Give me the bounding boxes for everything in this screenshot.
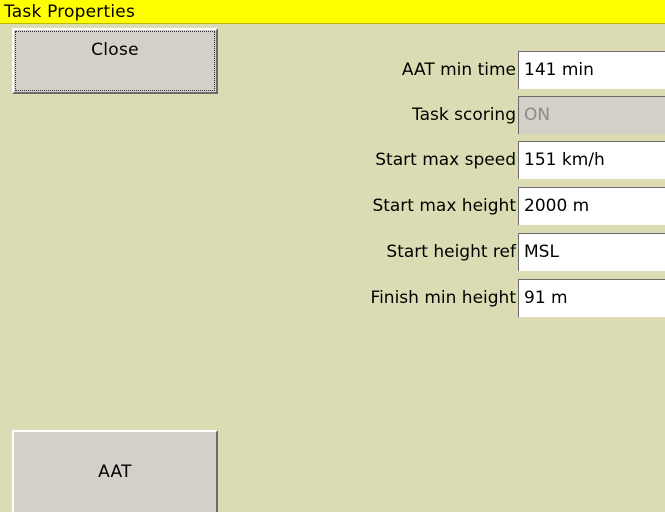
start-height-ref-label: Start height ref (386, 242, 516, 262)
close-button[interactable]: Close (12, 28, 218, 94)
start-max-height-field[interactable]: 2000 m (518, 187, 665, 225)
task-scoring-label: Task scoring (412, 105, 516, 125)
start-height-ref-field[interactable]: MSL (518, 233, 665, 271)
aat-button-label: AAT (98, 462, 132, 482)
aat-min-time-label: AAT min time (401, 60, 516, 80)
aat-min-time-field[interactable]: 141 min (518, 51, 665, 89)
start-max-height-label: Start max height (372, 196, 516, 216)
close-button-label: Close (91, 40, 139, 60)
window-title: Task Properties (4, 2, 136, 22)
start-max-speed-label: Start max speed (375, 150, 516, 170)
finish-min-height-label: Finish min height (370, 288, 516, 308)
finish-min-height-field[interactable]: 91 m (518, 279, 665, 317)
task-scoring-field: ON (518, 96, 665, 134)
aat-button[interactable]: AAT (12, 430, 218, 512)
title-bar: Task Properties (0, 0, 665, 24)
start-max-speed-field[interactable]: 151 km/h (518, 141, 665, 179)
